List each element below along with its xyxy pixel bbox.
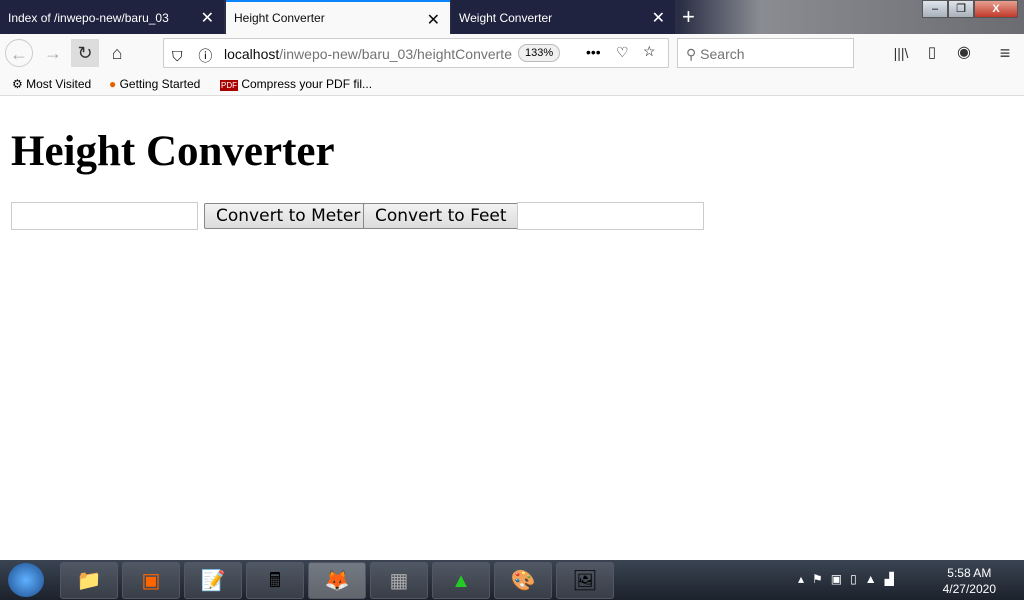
height-input[interactable] [11, 202, 198, 230]
firefox-icon: ● [109, 77, 117, 91]
convert-to-meter-button[interactable]: Convert to Meter [204, 203, 373, 229]
shield-icon[interactable]: ⛉ [172, 48, 183, 64]
back-button[interactable]: ← [5, 39, 33, 67]
close-icon[interactable]: ✕ [427, 10, 440, 30]
bookmark-compress-pdf[interactable]: PDF Compress your PDF fil... [220, 77, 372, 91]
result-output[interactable] [517, 202, 704, 230]
search-icon: ⚲ [686, 46, 697, 62]
tab-bar: Index of /inwepo-new/baru_03 ✕ Height Con… [0, 0, 1024, 34]
notepad-icon[interactable]: 📝 [184, 562, 242, 599]
tab-index[interactable]: Index of /inwepo-new/baru_03 ✕ [0, 0, 224, 34]
tab-label: Index of /inwepo-new/baru_03 [8, 11, 169, 25]
pocket-icon[interactable]: ♡ [616, 44, 629, 61]
close-icon[interactable]: ✕ [201, 8, 214, 28]
zoom-level[interactable]: 133% [518, 44, 561, 62]
tab-height-converter[interactable]: Height Converter ✕ [226, 0, 450, 34]
page-title: Height Converter [11, 128, 335, 175]
new-tab-button[interactable]: + [682, 4, 695, 30]
url-text: localhost/inwepo-new/baru_03/heightConve… [224, 46, 512, 62]
more-icon[interactable]: ••• [586, 44, 601, 60]
clock[interactable]: 5:58 AM 4/27/2020 [943, 565, 996, 597]
tab-label: Height Converter [234, 11, 325, 25]
info-icon[interactable]: ⓘ [198, 48, 212, 64]
close-icon[interactable]: ✕ [652, 8, 665, 28]
wall-icon[interactable]: ▦ [370, 562, 428, 599]
star-icon[interactable]: ☆ [643, 43, 656, 60]
forward-button[interactable]: → [39, 39, 67, 67]
reload-button[interactable]: ↻ [71, 39, 99, 67]
green-app-icon[interactable]: ▲ [432, 562, 490, 599]
nav-bar: ← → ↻ ⌂ ⛉ ⓘ localhost/inwepo-new/baru_03… [0, 34, 1024, 72]
firefox-taskbar-icon[interactable]: 🦊 [308, 562, 366, 599]
sidebar-icon[interactable]: ▯ [918, 39, 946, 67]
window-close-button[interactable]: X [974, 0, 1018, 18]
search-placeholder: Search [700, 46, 745, 62]
convert-to-feet-button[interactable]: Convert to Feet [363, 203, 519, 229]
account-icon[interactable]: ◉ [950, 39, 978, 67]
system-tray[interactable]: ▴⚑▣▯▲▟ [798, 572, 902, 586]
calculator-icon[interactable]: 🖩 [246, 562, 304, 599]
search-input[interactable]: ⚲ Search [677, 38, 854, 68]
menu-icon[interactable]: ≡ [991, 39, 1019, 67]
xampp-icon[interactable]: ▣ [122, 562, 180, 599]
library-icon[interactable]: |||\ [887, 39, 915, 67]
bookmarks-bar: ⚙ Most Visited ● Getting Started PDF Com… [0, 72, 1024, 96]
minimize-button[interactable]: – [922, 0, 948, 18]
bookmark-getting-started[interactable]: ● Getting Started [109, 77, 200, 91]
pdf-icon: PDF [220, 80, 238, 91]
restore-button[interactable]: ❐ [948, 0, 974, 18]
bookmark-most-visited[interactable]: ⚙ Most Visited [12, 77, 91, 91]
tab-label: Weight Converter [459, 11, 553, 25]
explorer-icon[interactable]: 📁 [60, 562, 118, 599]
start-button[interactable] [8, 563, 44, 597]
taskbar: 📁 ▣ 📝 🖩 🦊 ▦ ▲ 🎨 🖼 ▴⚑▣▯▲▟ 5:58 AM 4/27/202… [0, 560, 1024, 600]
paint-icon[interactable]: 🎨 [494, 562, 552, 599]
tab-weight-converter[interactable]: Weight Converter ✕ [451, 0, 675, 34]
url-bar[interactable]: ⛉ ⓘ localhost/inwepo-new/baru_03/heightC… [163, 38, 669, 68]
home-button[interactable]: ⌂ [103, 39, 131, 67]
photo-viewer-icon[interactable]: 🖼 [556, 562, 614, 599]
